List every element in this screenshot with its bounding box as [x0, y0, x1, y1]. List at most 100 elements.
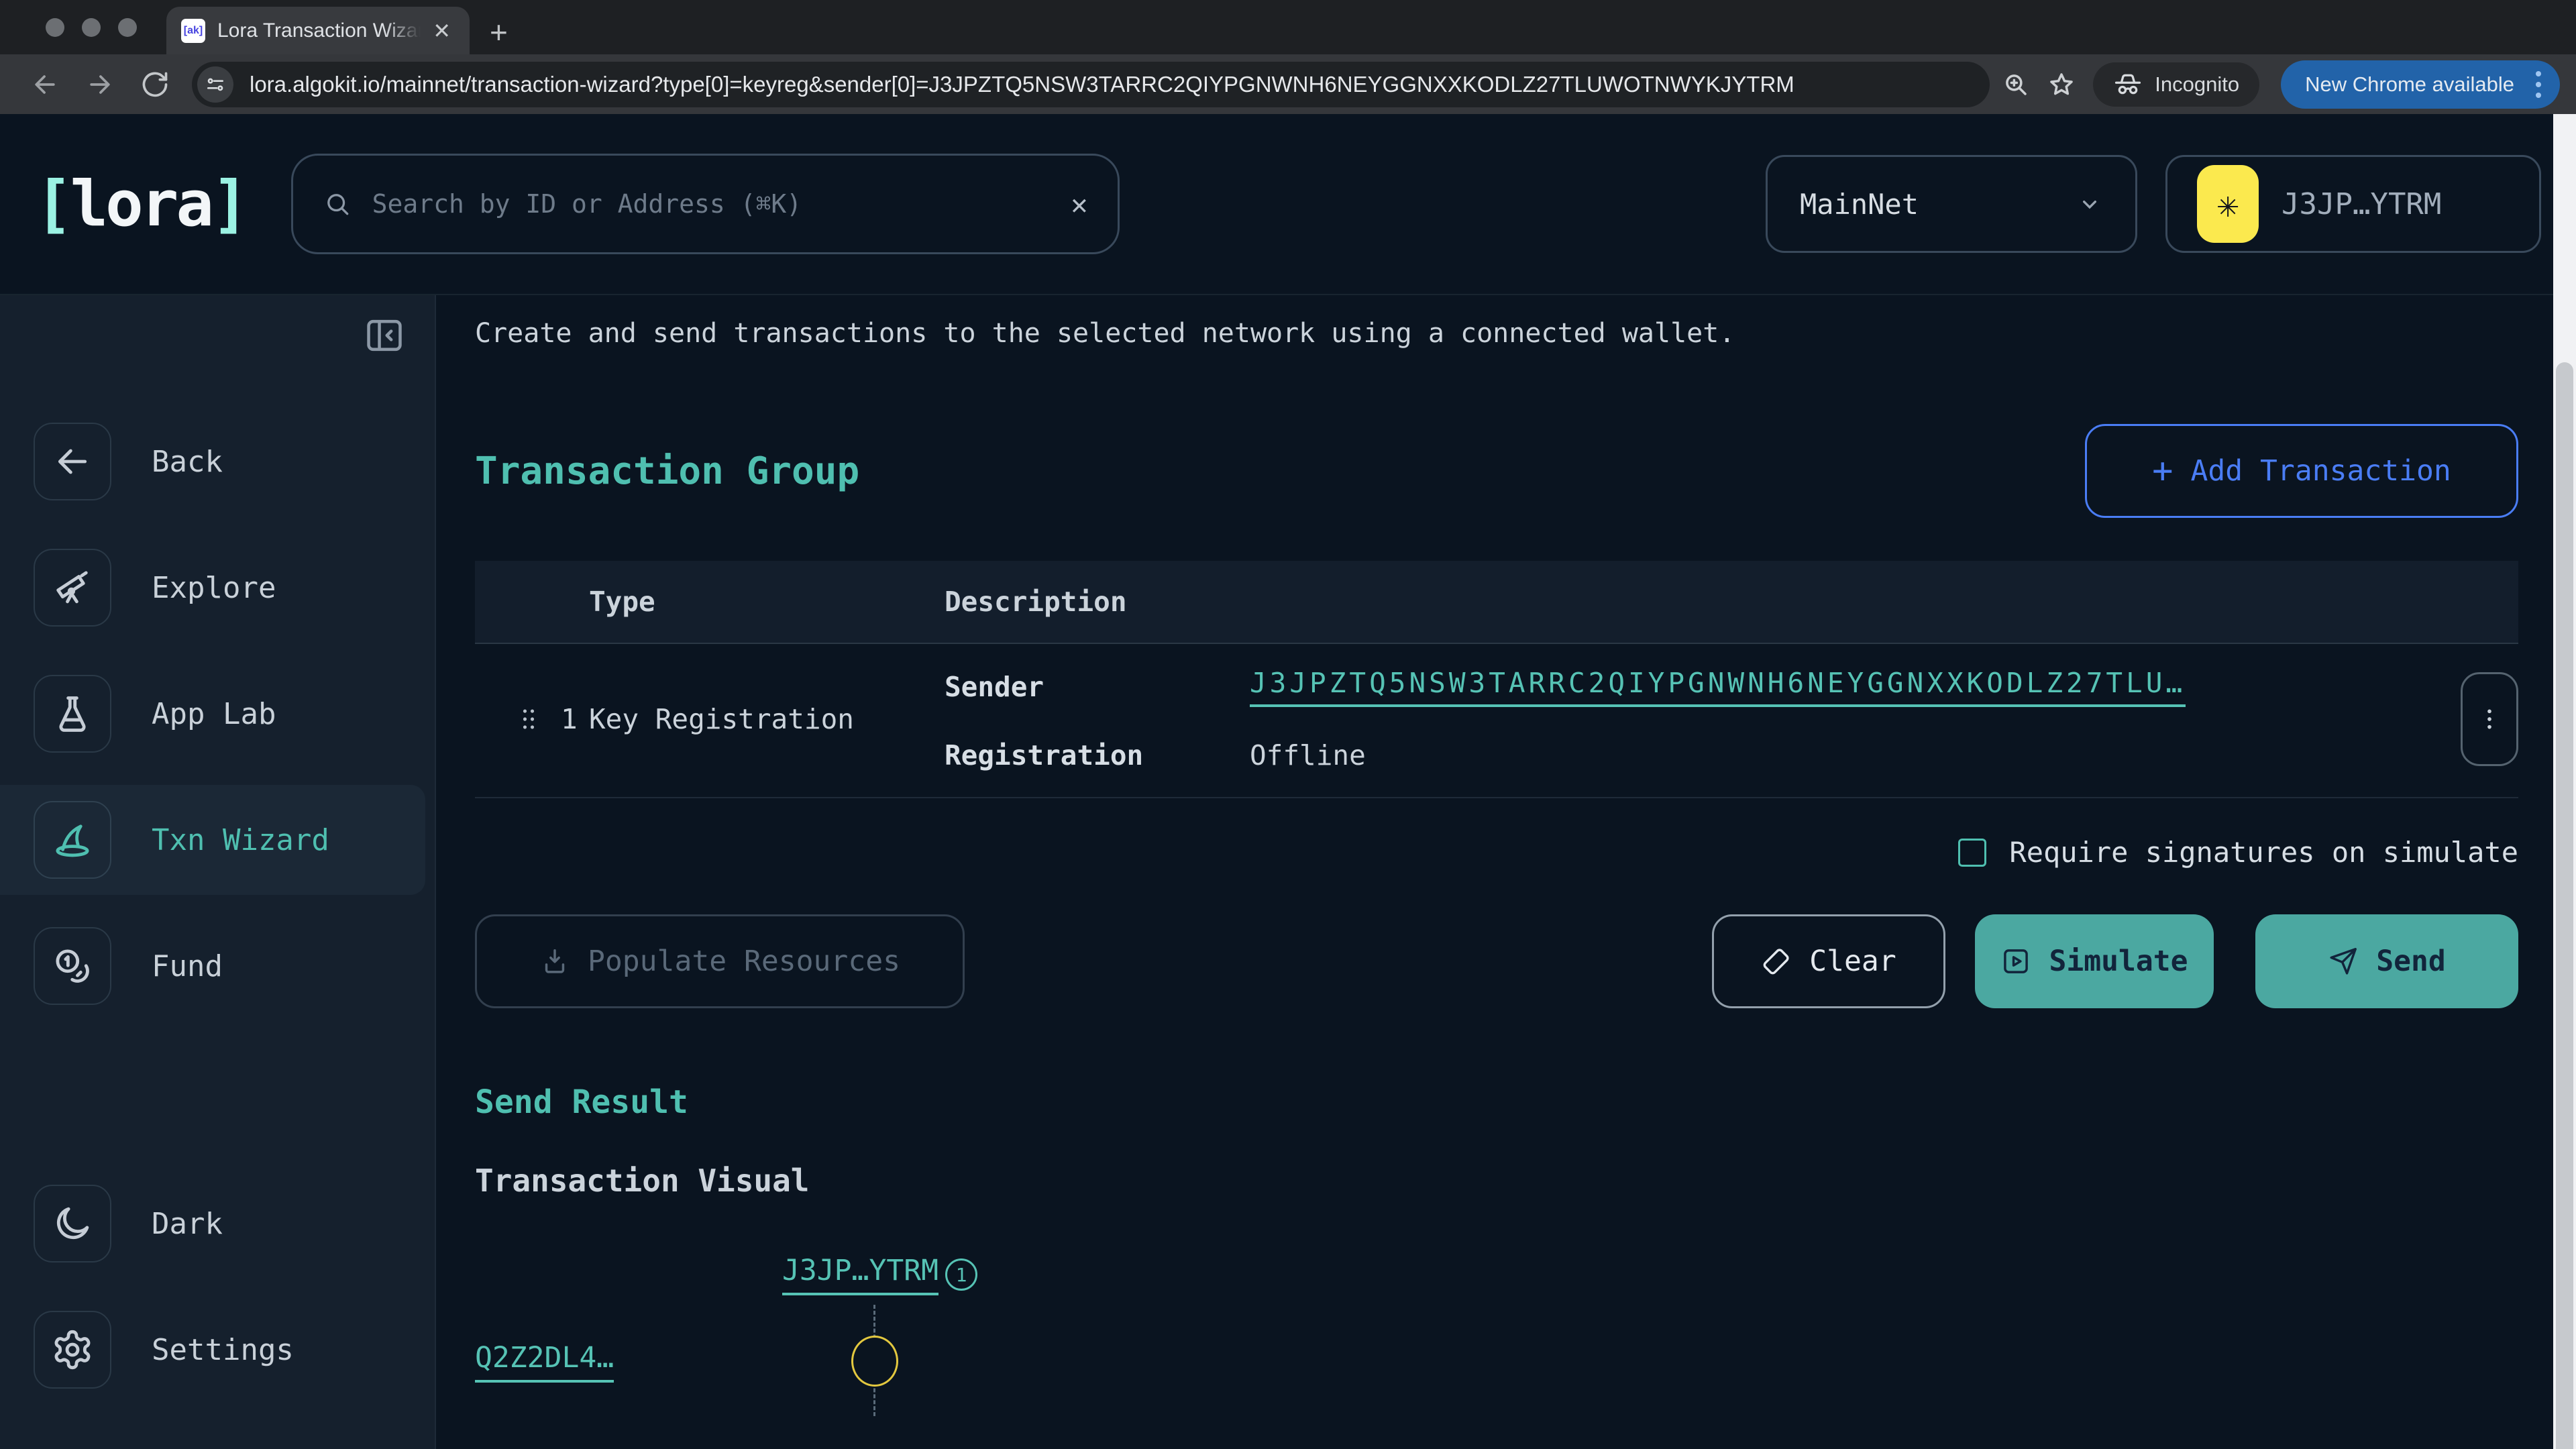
search-clear-icon[interactable]: ✕	[1071, 188, 1087, 221]
clear-label: Clear	[1809, 945, 1896, 978]
main-content: Create and send transactions to the sele…	[436, 295, 2576, 1449]
close-tab-icon[interactable]: ✕	[433, 18, 455, 44]
scrollbar-thumb[interactable]	[2556, 362, 2573, 1449]
zoom-page-icon[interactable]	[2002, 70, 2030, 99]
logo-bracket-open: [	[35, 168, 70, 241]
simulate-button[interactable]: Simulate	[1975, 914, 2214, 1008]
add-transaction-label: Add Transaction	[2190, 454, 2451, 488]
minimize-window-button[interactable]	[82, 18, 101, 37]
sidebar-item-label: Explore	[152, 571, 276, 605]
send-result-title: Send Result	[475, 1083, 2518, 1121]
table-header-row: Type Description	[475, 561, 2518, 644]
screen: [ak] Lora Transaction Wizard main ✕ + lo…	[0, 0, 2576, 1449]
transaction-table: Type Description 1 Key Registration Send…	[475, 561, 2518, 798]
flask-icon	[34, 675, 111, 753]
network-select-value: MainNet	[1800, 188, 1919, 221]
account-badge: 1	[945, 1258, 977, 1291]
wallet-button[interactable]: ✳ J3JP…YTRM	[2165, 155, 2541, 253]
app-header: [ lora ] ✕ MainNet ✳ J3JP…YTRM	[0, 114, 2576, 295]
sidebar-item-back[interactable]: Back	[0, 423, 435, 500]
transaction-id-link[interactable]: Q2Z2DL4…	[475, 1341, 614, 1383]
browser-menu-icon[interactable]	[2529, 71, 2548, 98]
incognito-label: Incognito	[2155, 72, 2239, 97]
site-settings-icon[interactable]	[197, 66, 233, 103]
browser-tab[interactable]: [ak] Lora Transaction Wizard main ✕	[166, 7, 470, 54]
window-controls[interactable]	[0, 0, 166, 54]
url-bar[interactable]: lora.algokit.io/mainnet/transaction-wiza…	[192, 62, 1990, 107]
sidebar-collapse-icon[interactable]	[362, 314, 407, 357]
toolbar-right-icons: Incognito New Chrome available	[2002, 60, 2560, 109]
new-tab-button[interactable]: +	[470, 14, 508, 54]
require-signatures-checkbox[interactable]	[1958, 839, 1986, 867]
sidebar-item-txn-wizard[interactable]: Txn Wizard	[0, 801, 435, 879]
logo-bracket-close: ]	[211, 168, 247, 241]
field-label-sender: Sender	[945, 671, 1250, 703]
page-description: Create and send transactions to the sele…	[475, 318, 2518, 349]
simulate-label: Simulate	[2049, 945, 2188, 978]
close-window-button[interactable]	[46, 18, 64, 37]
coins-icon	[34, 927, 111, 1005]
sidebar-item-label: Settings	[152, 1333, 294, 1367]
network-select[interactable]: MainNet	[1766, 155, 2137, 253]
telescope-icon	[34, 549, 111, 627]
sidebar-item-app-lab[interactable]: App Lab	[0, 675, 435, 753]
back-icon[interactable]	[20, 70, 70, 99]
bookmark-star-icon[interactable]	[2047, 70, 2076, 99]
row-menu-button[interactable]	[2461, 672, 2518, 766]
page-scrollbar[interactable]	[2553, 114, 2576, 1449]
incognito-icon	[2113, 70, 2143, 99]
sidebar-item-label: Txn Wizard	[152, 823, 329, 857]
wallet-provider-icon: ✳	[2197, 165, 2259, 243]
transaction-type: Key Registration	[589, 703, 945, 735]
registration-value: Offline	[1250, 739, 1366, 771]
sidebar: Back Explore App Lab	[0, 295, 436, 1449]
require-signatures-label: Require signatures on simulate	[2009, 836, 2518, 869]
transaction-visual: J3JP…YTRM 1 Q2Z2DL4…	[475, 1243, 2518, 1449]
sidebar-item-fund[interactable]: Fund	[0, 927, 435, 1005]
add-transaction-button[interactable]: + Add Transaction	[2085, 424, 2518, 518]
arrow-left-icon	[34, 423, 111, 500]
url-text: lora.algokit.io/mainnet/transaction-wiza…	[250, 72, 1794, 97]
send-button[interactable]: Send	[2255, 914, 2518, 1008]
browser-tab-bar: [ak] Lora Transaction Wizard main ✕ +	[0, 0, 2576, 54]
chevron-down-icon	[2076, 191, 2103, 217]
sidebar-item-explore[interactable]: Explore	[0, 549, 435, 627]
play-square-icon	[2000, 946, 2031, 977]
download-tray-icon	[539, 946, 570, 977]
tab-title: Lora Transaction Wizard main	[217, 19, 421, 42]
logo-text: lora	[70, 168, 211, 241]
zoom-window-button[interactable]	[118, 18, 137, 37]
search-input[interactable]	[372, 189, 1051, 219]
sidebar-item-settings[interactable]: Settings	[0, 1311, 435, 1389]
send-plane-icon	[2328, 946, 2359, 977]
drag-handle-icon[interactable]	[508, 702, 549, 737]
clear-button[interactable]: Clear	[1712, 914, 1945, 1008]
lora-logo[interactable]: [ lora ]	[35, 168, 247, 241]
forward-icon[interactable]	[75, 70, 125, 99]
sidebar-item-label: App Lab	[152, 697, 276, 731]
gear-icon	[34, 1311, 111, 1389]
row-index: 1	[549, 703, 589, 735]
account-link[interactable]: J3JP…YTRM	[782, 1254, 938, 1295]
plus-icon: +	[2152, 451, 2173, 491]
wallet-address: J3JP…YTRM	[2282, 187, 2441, 221]
wizard-hat-icon	[34, 801, 111, 879]
chrome-update-pill[interactable]: New Chrome available	[2281, 60, 2560, 109]
column-header-type: Type	[589, 586, 945, 618]
populate-resources-label: Populate Resources	[588, 945, 900, 978]
sender-address-link[interactable]: J3JPZTQ5NSW3TARRC2QIYPGNWNH6NEYGGNXXKODL…	[1250, 667, 2186, 707]
reload-icon[interactable]	[130, 70, 180, 99]
chrome-update-label: New Chrome available	[2305, 72, 2514, 97]
search-box[interactable]: ✕	[291, 154, 1120, 254]
search-icon	[323, 189, 352, 219]
transaction-node-circle[interactable]	[851, 1336, 898, 1387]
table-row: 1 Key Registration Sender J3JPZTQ5NSW3TA…	[475, 644, 2518, 798]
sidebar-item-theme-dark[interactable]: Dark	[0, 1185, 435, 1263]
transaction-visual-title: Transaction Visual	[475, 1163, 2518, 1199]
sidebar-item-label: Dark	[152, 1207, 223, 1241]
moon-icon	[34, 1185, 111, 1263]
field-label-registration: Registration	[945, 739, 1250, 771]
kebab-icon	[2476, 698, 2503, 741]
browser-toolbar: lora.algokit.io/mainnet/transaction-wiza…	[0, 54, 2576, 114]
populate-resources-button[interactable]: Populate Resources	[475, 914, 965, 1008]
